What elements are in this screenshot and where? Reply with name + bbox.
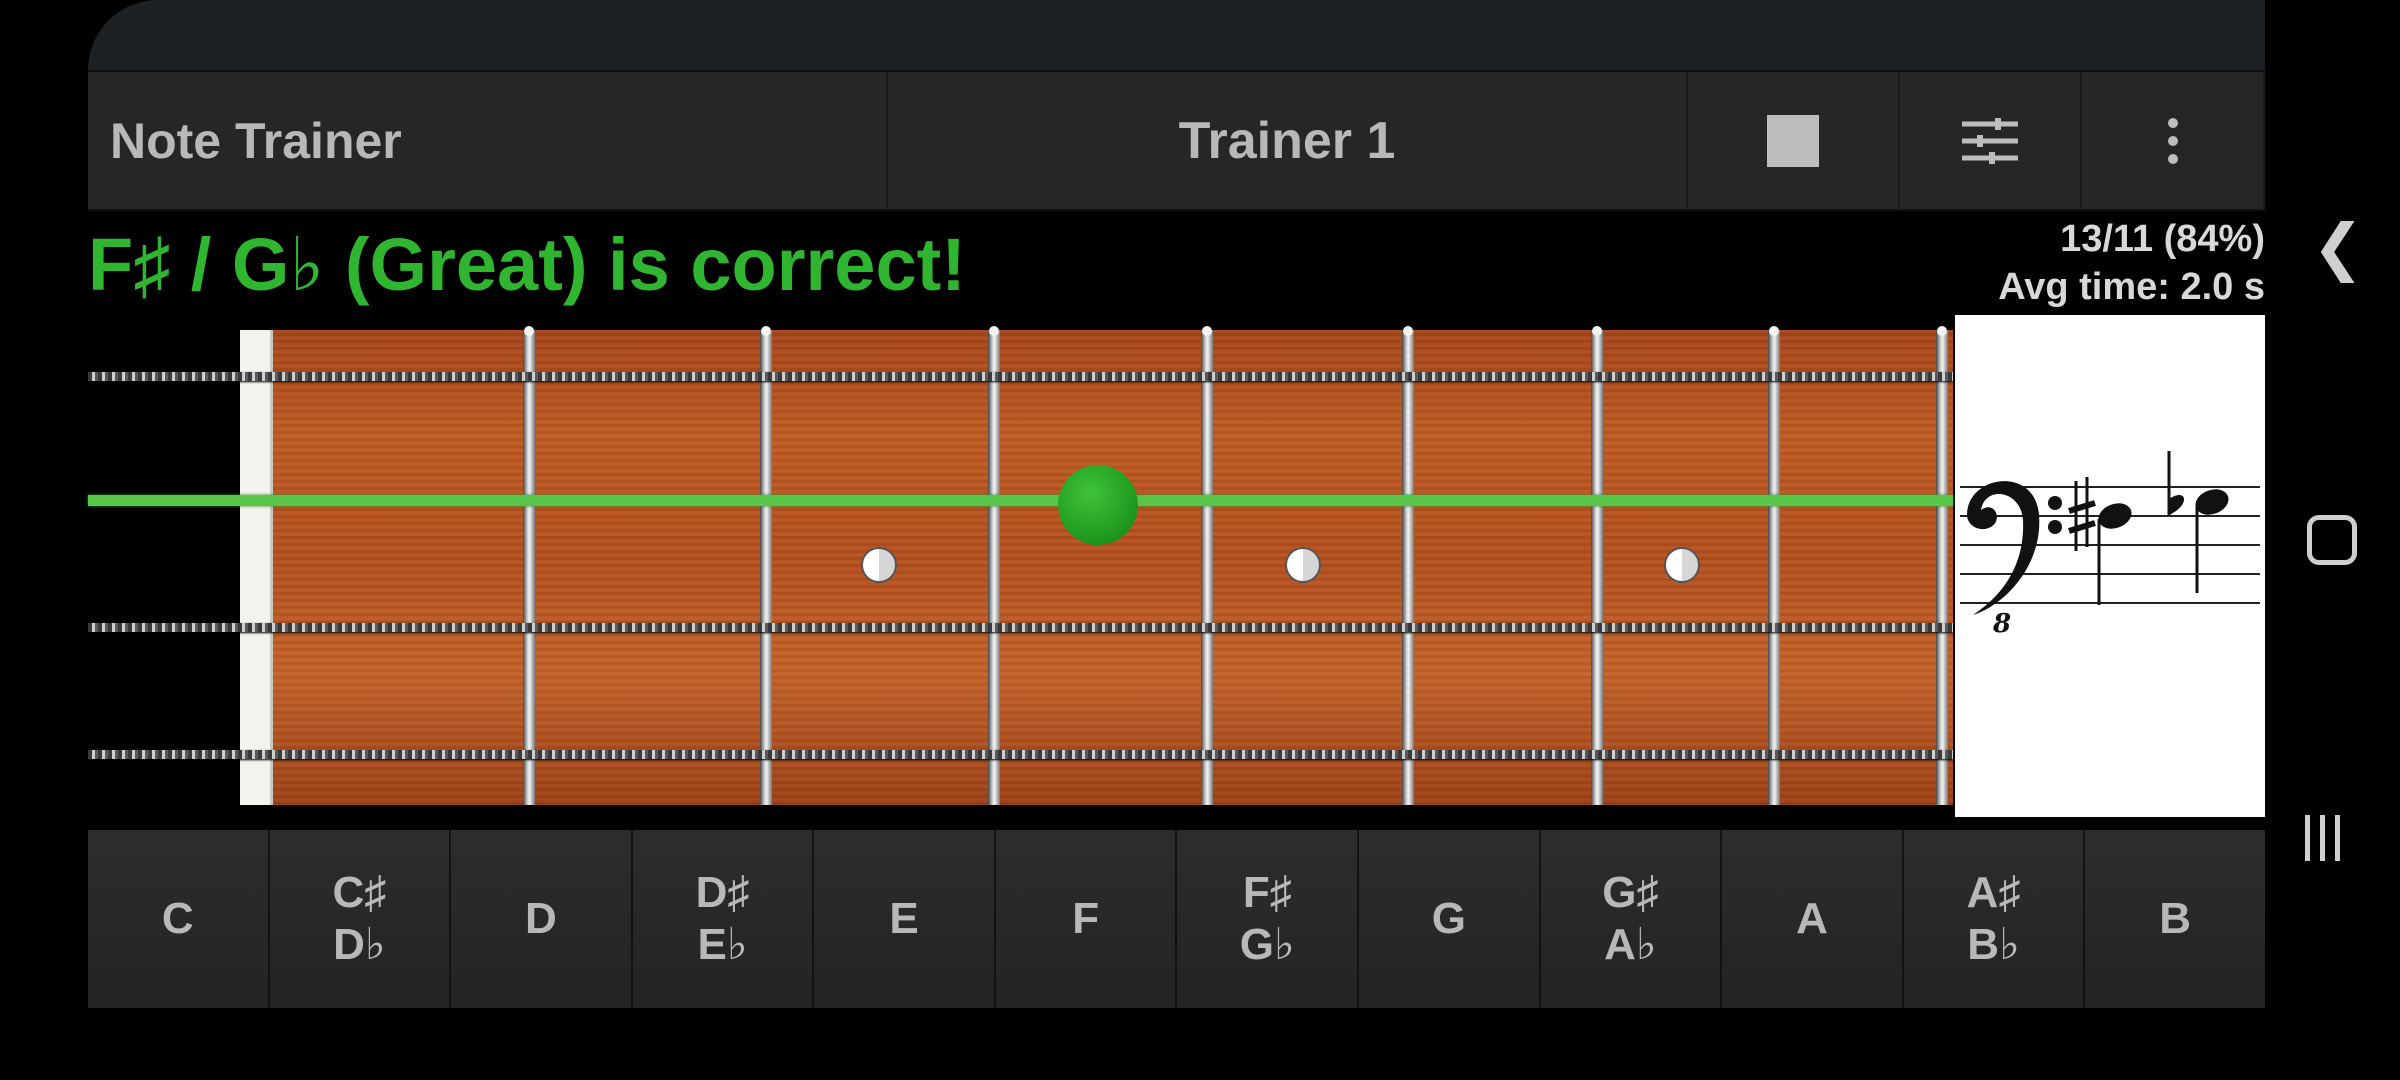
note-label: A [1796,894,1828,943]
note-button-f[interactable]: F [995,830,1178,1008]
feedback-message: F♯ / G♭ (Great) is correct! [88,223,966,306]
note-label-alt: A♭ [1604,920,1657,969]
note-label: F♯ [1242,868,1292,917]
fret [760,326,772,805]
recents-icon[interactable] [2305,815,2340,861]
nut [240,330,273,805]
note-button-g-sharp[interactable]: G♯ A♭ [1540,830,1723,1008]
note-label: D [525,894,557,943]
note-button-c-sharp[interactable]: C♯ D♭ [269,830,452,1008]
note-label-alt: E♭ [697,920,748,969]
note-label: G♯ [1602,868,1659,917]
note-button-d[interactable]: D [451,830,633,1008]
fret-inlay [861,547,897,583]
note-label: F [1072,894,1100,943]
note-button-c[interactable]: C [88,830,270,1008]
note-label: B [2159,894,2192,943]
bass-clef-icon [1967,481,2062,615]
stop-button[interactable] [1688,72,1900,209]
note-button-a[interactable]: A [1722,830,1904,1008]
score-text: 13/11 (84%) [2060,218,2265,260]
fret [1201,326,1213,805]
note-button-d-sharp[interactable]: D♯ E♭ [632,830,815,1008]
note-label: A♯ [1966,868,2021,917]
active-string [88,495,1953,506]
avg-time-text: Avg time: 2.0 s [1998,266,2265,308]
overflow-menu-button[interactable] [2082,72,2265,209]
fretboard[interactable] [88,326,1953,805]
stop-icon [1767,114,1819,167]
screen: Note Trainer Trainer 1 F♯ / G♭ (Great) i… [0,0,2400,1080]
home-icon[interactable] [2307,515,2357,565]
fret [1768,326,1780,805]
back-chevron-icon[interactable]: ❮ [2312,210,2364,283]
note-button-g[interactable]: G [1359,830,1541,1008]
string [88,372,1953,381]
note-button-a-sharp[interactable]: A♯ B♭ [1903,830,2086,1008]
fret [1936,326,1948,805]
score-panel: 13/11 (84%) Avg time: 2.0 s [1998,215,2265,311]
octave-mark: 8 [1992,609,2011,639]
note-label-alt: B♭ [1967,920,2020,969]
app-bar: Note Trainer Trainer 1 [88,70,2265,211]
string [88,750,1953,759]
fret [988,326,1000,805]
sliders-icon [1962,117,2018,164]
status-bar [88,0,2265,70]
flat-icon [2167,451,2185,515]
note-label-alt: G♭ [1239,920,1295,969]
fret [1591,326,1603,805]
fret [1402,326,1414,805]
note-label: G [1431,894,1466,943]
trainer-selector[interactable]: Trainer 1 [888,72,1688,209]
fret-inlay [1285,547,1321,583]
note-label: C [161,894,194,943]
more-vertical-icon [2167,117,2178,164]
string [88,623,1953,632]
note-label: D♯ [695,868,750,917]
note-keypad: C C♯ D♭ D D♯ E♭ E F F♯ G♭ G G♯ A♭ A A♯ B♭ B [88,830,2265,1008]
note-label: C♯ [332,868,387,917]
answer-marker [1058,465,1138,545]
sharp-icon [2068,477,2096,551]
note-button-f-sharp[interactable]: F♯ G♭ [1177,830,1360,1008]
staff-panel: 8 [1955,315,2265,817]
app-title: Note Trainer [88,72,888,209]
note-label-alt: D♭ [333,920,386,969]
note-button-e[interactable]: E [814,830,996,1008]
fret [523,326,535,805]
staff-notation: 8 [1960,451,2260,639]
note-label: E [889,894,919,943]
note-button-b[interactable]: B [2085,830,2265,1008]
settings-button[interactable] [1900,72,2082,209]
fret-inlay [1664,547,1700,583]
